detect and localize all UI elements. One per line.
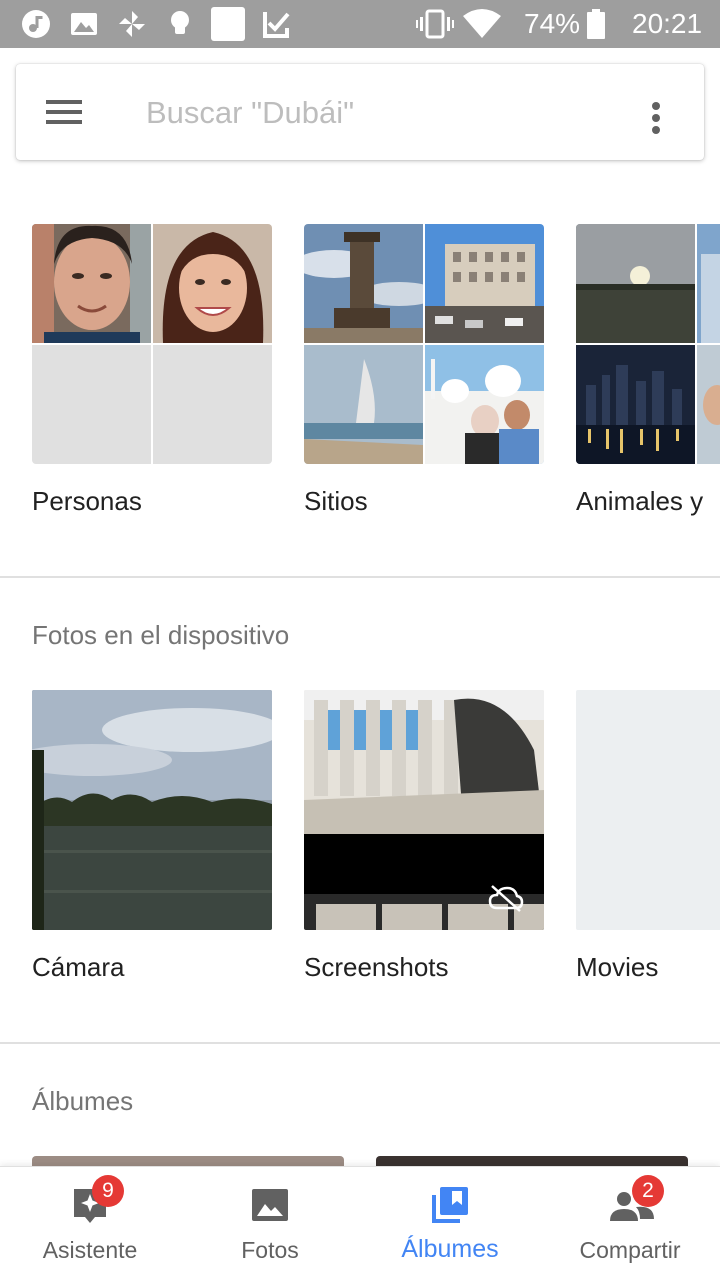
animales-tile[interactable]: [576, 224, 720, 464]
tile-label: Personas: [32, 486, 142, 516]
section-divider: [0, 576, 720, 578]
pinwheel-icon: [119, 11, 145, 37]
person-face-photo: [32, 224, 151, 343]
nav-compartir[interactable]: 2 Compartir: [540, 1167, 720, 1280]
mosque-couple-photo: [425, 345, 544, 464]
section-title: Fotos en el dispositivo: [32, 620, 290, 650]
cloud-off-icon: [488, 885, 524, 912]
status-bar: 74% 20:21: [0, 0, 720, 48]
street-photo: [425, 224, 544, 343]
photos-albums-screen: 74% 20:21 Buscar "Dubái" Personas Sitios…: [0, 0, 720, 1280]
photo-icon: [252, 1189, 288, 1221]
checkbox-icon: [263, 12, 290, 38]
tile-label: Cámara: [32, 952, 125, 982]
clock-tower-photo: [304, 224, 423, 343]
albums-icon: [432, 1187, 468, 1223]
nav-label: Álbumes: [401, 1235, 499, 1263]
image-icon: [71, 13, 97, 35]
nav-asistente[interactable]: 9 Asistente: [0, 1167, 180, 1280]
battery-icon: [587, 9, 605, 39]
battery-percent: 74%: [524, 8, 581, 39]
nav-label: Compartir: [579, 1237, 681, 1263]
notification-badge: 9: [92, 1175, 124, 1207]
person-photo: [697, 345, 720, 464]
building-photo: [697, 224, 720, 343]
lightbulb-icon: [171, 11, 189, 34]
tile-label: Sitios: [304, 486, 368, 516]
sunset-lake-photo: [576, 224, 695, 343]
person-face-photo: [153, 224, 272, 343]
search-bar: [16, 64, 704, 160]
lake-park-photo: [32, 690, 272, 930]
screenshots-tile[interactable]: [304, 690, 544, 930]
bottom-navigation: 9 Asistente Fotos Álbumes 2 Compartir: [0, 1166, 720, 1280]
section-title: Álbumes: [32, 1086, 134, 1116]
music-note-icon: [22, 10, 50, 38]
city-night-photo: [576, 345, 695, 464]
more-options-icon[interactable]: [644, 98, 668, 138]
tile-label: Movies: [576, 952, 659, 982]
nav-label: Asistente: [42, 1237, 138, 1263]
notification-badge: 2: [632, 1175, 664, 1207]
wifi-icon: [463, 9, 501, 38]
search-input[interactable]: [144, 88, 608, 138]
movies-tile[interactable]: [576, 690, 720, 930]
menu-icon[interactable]: [44, 94, 84, 130]
tile-label: Animales y: [576, 486, 704, 516]
vibrate-icon: [416, 9, 454, 39]
camara-tile[interactable]: [32, 690, 272, 930]
beach-tower-photo: [304, 345, 423, 464]
nav-albumes[interactable]: Álbumes: [360, 1167, 540, 1280]
nav-fotos[interactable]: Fotos: [180, 1167, 360, 1280]
nav-label: Fotos: [241, 1237, 299, 1263]
section-divider: [0, 1042, 720, 1044]
sitios-tile[interactable]: [304, 224, 544, 464]
clock: 20:21: [632, 8, 703, 39]
square-icon: [211, 7, 245, 41]
personas-tile[interactable]: [32, 224, 272, 464]
tile-label: Screenshots: [304, 952, 449, 982]
